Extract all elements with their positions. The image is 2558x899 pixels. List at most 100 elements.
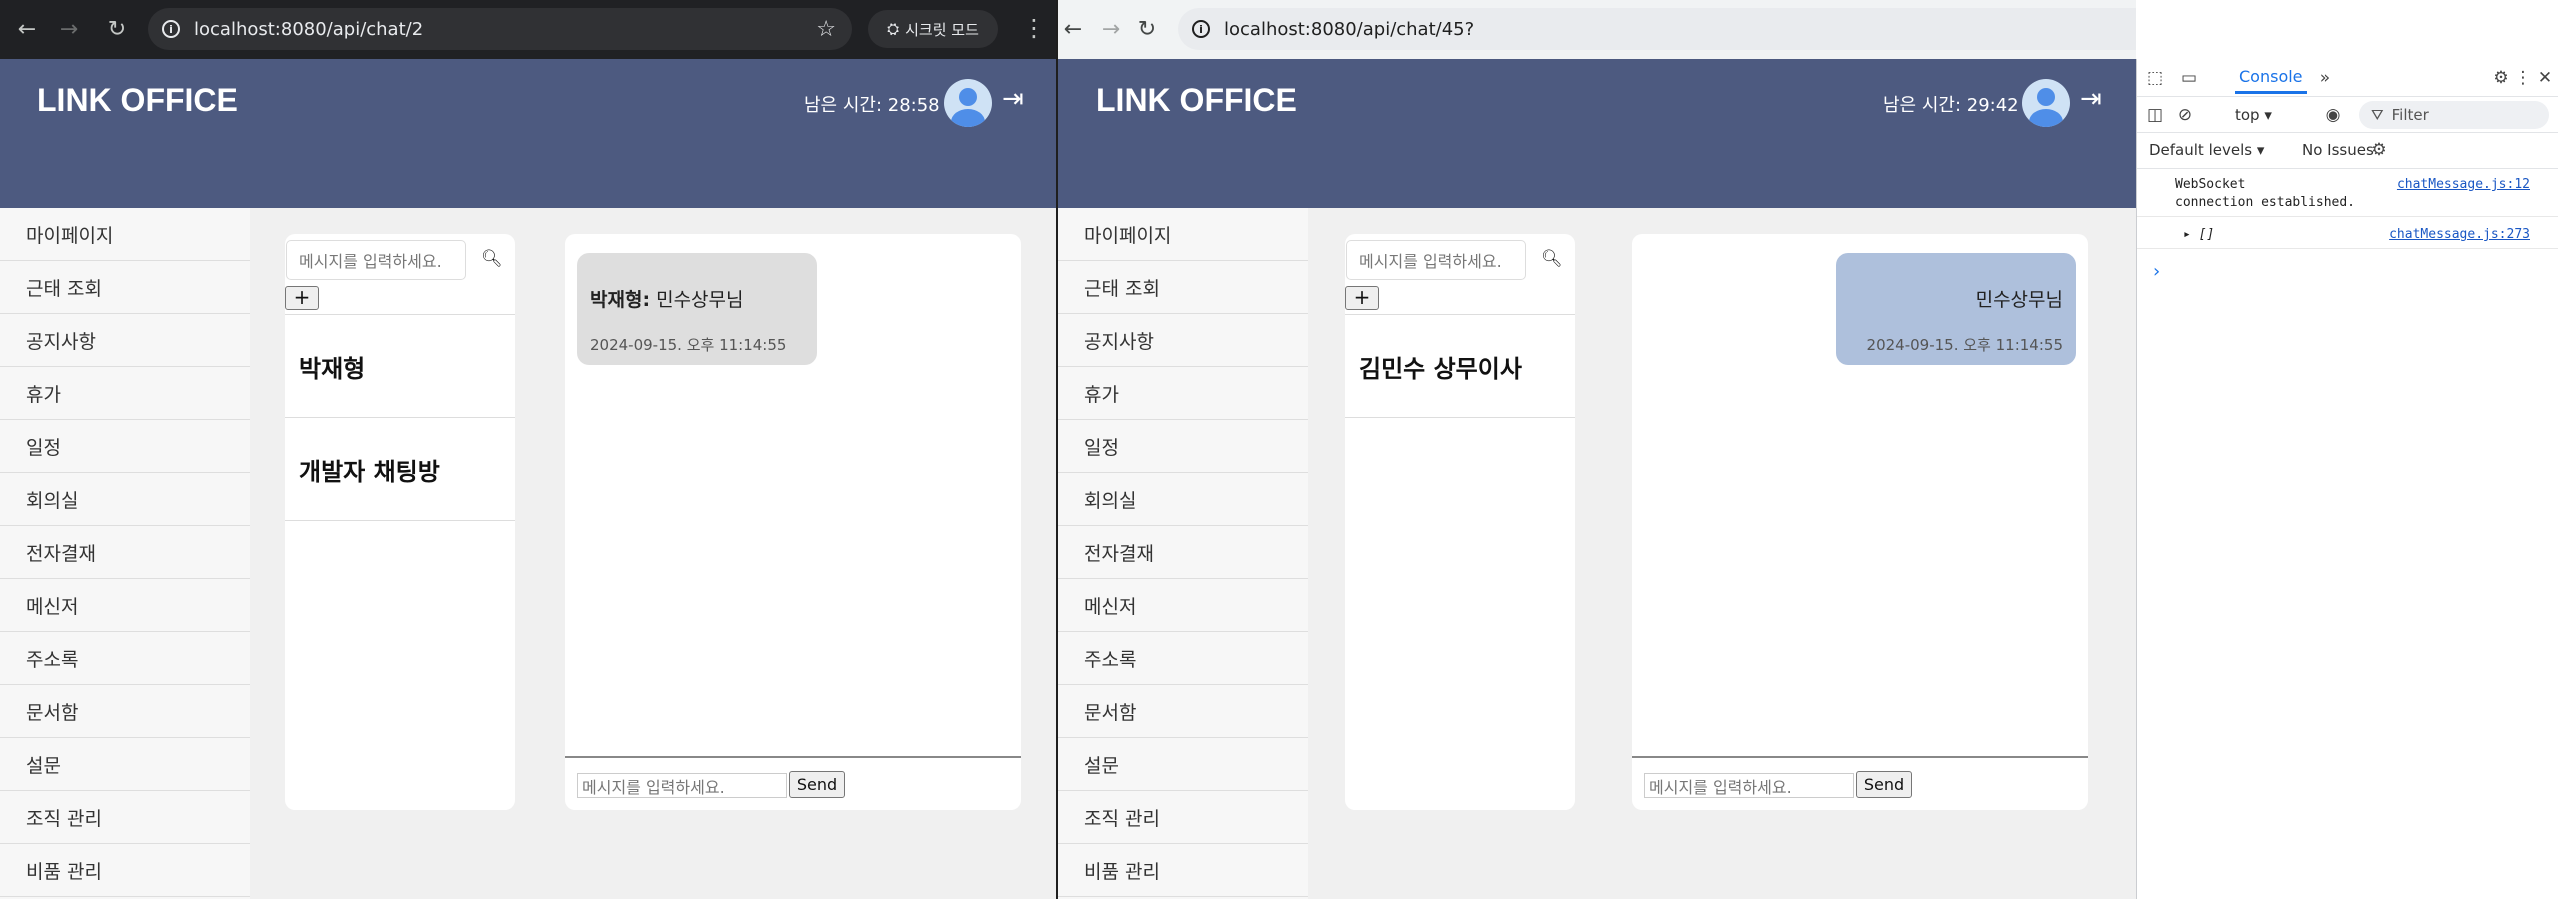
sidebar-item-survey[interactable]: 설문 xyxy=(1058,738,1308,791)
devtools-menu-icon[interactable]: ⋮ xyxy=(2511,66,2535,90)
message-body: 민수상무님 xyxy=(1975,289,2063,311)
close-icon[interactable]: ✕ xyxy=(2533,66,2557,90)
sidebar-item-attendance[interactable]: 근태 조회 xyxy=(0,261,250,314)
add-room-button[interactable]: + xyxy=(285,286,319,310)
sidebar-item-documents[interactable]: 문서함 xyxy=(1058,685,1308,738)
room-search-input[interactable]: 메시지를 입력하세요. xyxy=(286,240,466,280)
left-browser-window: ← → ↻ i localhost:8080/api/chat/2 ☆ ⛭ 시크… xyxy=(0,0,1056,899)
log-text-line2: connection established. xyxy=(2175,195,2356,210)
sidebar-item-vacation[interactable]: 휴가 xyxy=(0,367,250,420)
user-avatar[interactable] xyxy=(2022,79,2070,127)
sidebar-item-messenger[interactable]: 메신저 xyxy=(0,579,250,632)
forward-icon[interactable]: → xyxy=(54,14,84,44)
sidebar-item-approval[interactable]: 전자결재 xyxy=(1058,526,1308,579)
web-page: LINK OFFICE 남은 시간: 29:42 ⇥ 마이페이지 근태 조회 공… xyxy=(1058,59,2136,899)
incognito-badge[interactable]: ⛭ 시크릿 모드 xyxy=(868,10,998,48)
log-array-toggle[interactable]: ▸ [] xyxy=(2183,227,2214,242)
sidebar: 마이페이지 근태 조회 공지사항 휴가 일정 회의실 전자결재 메신저 주소록 … xyxy=(0,208,250,899)
room-item[interactable]: 박재형 xyxy=(285,315,515,418)
settings-gear-icon[interactable]: ⚙ xyxy=(2489,66,2513,90)
sidebar-item-address-book[interactable]: 주소록 xyxy=(1058,632,1308,685)
room-list: 김민수 상무이사 xyxy=(1345,314,1575,418)
right-browser-window: ← → ↻ i localhost:8080/api/chat/45? ☆ ! … xyxy=(1058,0,2136,899)
add-room-button[interactable]: + xyxy=(1345,286,1379,310)
sidebar-item-supplies-admin[interactable]: 비품 관리 xyxy=(1058,844,1308,897)
message-text: 박재형: 민수상무님 xyxy=(590,285,804,312)
sidebar-item-org-admin[interactable]: 조직 관리 xyxy=(1058,791,1308,844)
app-header: LINK OFFICE 남은 시간: 29:42 ⇥ xyxy=(1058,59,2136,208)
message-bubble: 박재형: 민수상무님 2024-09-15. 오후 11:14:55 xyxy=(577,253,817,365)
app-logo[interactable]: LINK OFFICE xyxy=(37,82,238,119)
user-avatar[interactable] xyxy=(944,79,992,127)
search-icon[interactable]: 🔍︎ xyxy=(481,249,503,269)
inspect-element-icon[interactable]: ⬚ xyxy=(2143,66,2167,90)
tab-console[interactable]: Console xyxy=(2235,62,2307,94)
address-bar[interactable]: i localhost:8080/api/chat/45? ☆ xyxy=(1178,8,2136,50)
sidebar-item-survey[interactable]: 설문 xyxy=(0,738,250,791)
room-list: 박재형 개발자 채팅방 xyxy=(285,314,515,521)
filter-icon: ⛛ xyxy=(2371,106,2384,124)
sidebar-item-meeting-room[interactable]: 회의실 xyxy=(0,473,250,526)
message-bubble: 민수상무님 2024-09-15. 오후 11:14:55 xyxy=(1836,253,2076,365)
app-logo[interactable]: LINK OFFICE xyxy=(1096,82,1297,119)
sidebar-item-address-book[interactable]: 주소록 xyxy=(0,632,250,685)
room-search-input[interactable]: 메시지를 입력하세요. xyxy=(1346,240,1526,280)
sidebar-item-mypage[interactable]: 마이페이지 xyxy=(0,208,250,261)
sidebar-toggle-icon[interactable]: ◫ xyxy=(2143,103,2167,127)
forward-icon[interactable]: → xyxy=(1096,14,1126,44)
console-filter-input[interactable]: ⛛ Filter xyxy=(2359,101,2549,129)
send-button[interactable]: Send xyxy=(1856,771,1912,798)
sidebar-item-notice[interactable]: 공지사항 xyxy=(0,314,250,367)
console-prompt-icon[interactable]: › xyxy=(2153,261,2160,282)
sidebar: 마이페이지 근태 조회 공지사항 휴가 일정 회의실 전자결재 메신저 주소록 … xyxy=(1058,208,1308,899)
bookmark-star-icon[interactable]: ☆ xyxy=(816,17,836,42)
send-button[interactable]: Send xyxy=(789,771,845,798)
logout-icon[interactable]: ⇥ xyxy=(1002,84,1024,114)
browser-menu-icon[interactable]: ⋮ xyxy=(1022,14,1046,42)
reload-icon[interactable]: ↻ xyxy=(1132,14,1162,44)
live-expression-eye-icon[interactable]: ◉ xyxy=(2321,103,2345,127)
reload-icon[interactable]: ↻ xyxy=(102,14,132,44)
app-header: LINK OFFICE 남은 시간: 28:58 ⇥ xyxy=(0,59,1056,208)
back-icon[interactable]: ← xyxy=(12,14,42,44)
sidebar-item-org-admin[interactable]: 조직 관리 xyxy=(0,791,250,844)
issues-counter[interactable]: No Issues xyxy=(2302,141,2374,159)
more-tabs-icon[interactable]: » xyxy=(2313,66,2337,90)
browser-toolbar: ← → ↻ i localhost:8080/api/chat/2 ☆ ⛭ 시크… xyxy=(0,0,1056,59)
sidebar-item-attendance[interactable]: 근태 조회 xyxy=(1058,261,1308,314)
message-input[interactable]: 메시지를 입력하세요. xyxy=(577,773,787,798)
context-selector[interactable]: top ▾ xyxy=(2235,106,2272,124)
session-timer: 남은 시간: 28:58 xyxy=(804,95,940,116)
log-levels-dropdown[interactable]: Default levels ▾ xyxy=(2149,141,2264,159)
message-area: 박재형: 민수상무님 2024-09-15. 오후 11:14:55 xyxy=(565,234,1021,758)
message-timestamp: 2024-09-15. 오후 11:14:55 xyxy=(590,336,787,354)
log-source-link[interactable]: chatMessage.js:273 xyxy=(2389,227,2530,242)
sidebar-item-notice[interactable]: 공지사항 xyxy=(1058,314,1308,367)
room-item[interactable]: 개발자 채팅방 xyxy=(285,418,515,521)
site-info-icon[interactable]: i xyxy=(1192,20,1210,38)
console-toolbar: ◫ ⊘ top ▾ ◉ ⛛ Filter xyxy=(2137,97,2558,133)
sidebar-item-messenger[interactable]: 메신저 xyxy=(1058,579,1308,632)
web-page: LINK OFFICE 남은 시간: 28:58 ⇥ 마이페이지 근태 조회 공… xyxy=(0,59,1056,899)
address-bar[interactable]: i localhost:8080/api/chat/2 ☆ xyxy=(148,8,852,50)
console-settings-icon[interactable]: ⚙ xyxy=(2367,138,2391,162)
sidebar-item-approval[interactable]: 전자결재 xyxy=(0,526,250,579)
sidebar-item-documents[interactable]: 문서함 xyxy=(0,685,250,738)
site-info-icon[interactable]: i xyxy=(162,20,180,38)
search-icon[interactable]: 🔍︎ xyxy=(1541,249,1563,269)
room-item[interactable]: 김민수 상무이사 xyxy=(1345,315,1575,418)
back-icon[interactable]: ← xyxy=(1058,14,1088,44)
clear-console-icon[interactable]: ⊘ xyxy=(2173,103,2197,127)
sidebar-item-mypage[interactable]: 마이페이지 xyxy=(1058,208,1308,261)
logout-icon[interactable]: ⇥ xyxy=(2080,84,2102,114)
log-source-link[interactable]: chatMessage.js:12 xyxy=(2397,177,2530,192)
chat-room-list-panel: 메시지를 입력하세요. 🔍︎ + 박재형 개발자 채팅방 xyxy=(285,234,515,810)
sidebar-item-supplies-admin[interactable]: 비품 관리 xyxy=(0,844,250,897)
sidebar-item-meeting-room[interactable]: 회의실 xyxy=(1058,473,1308,526)
sidebar-item-vacation[interactable]: 휴가 xyxy=(1058,367,1308,420)
sidebar-item-schedule[interactable]: 일정 xyxy=(0,420,250,473)
message-input[interactable]: 메시지를 입력하세요. xyxy=(1644,773,1854,798)
device-toolbar-icon[interactable]: ▭ xyxy=(2177,66,2201,90)
devtools-tabbar: ⬚ ▭ Console » ⚙ ⋮ ✕ xyxy=(2137,59,2558,97)
sidebar-item-schedule[interactable]: 일정 xyxy=(1058,420,1308,473)
